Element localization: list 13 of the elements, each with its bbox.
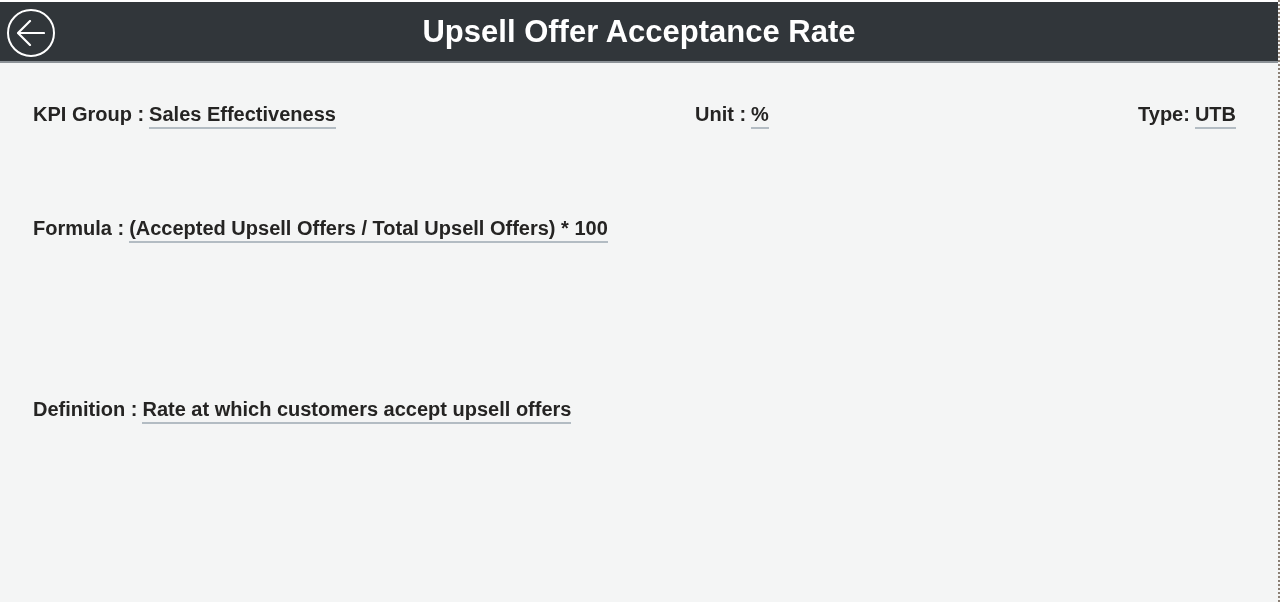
field-value: Rate at which customers accept upsell offers bbox=[142, 396, 572, 424]
field-value: Sales Effectiveness bbox=[149, 101, 336, 129]
field-label: Formula : bbox=[33, 216, 125, 241]
field-label: KPI Group : bbox=[33, 102, 145, 127]
arrow-left-icon bbox=[17, 20, 45, 46]
back-button[interactable] bbox=[7, 9, 55, 57]
field-label: Unit : bbox=[695, 102, 747, 127]
field-value: % bbox=[751, 101, 769, 129]
field-value: (Accepted Upsell Offers / Total Upsell Offers) * 100 bbox=[129, 215, 608, 243]
field-value: UTB bbox=[1194, 101, 1236, 129]
field-label: Definition : bbox=[33, 397, 138, 422]
field-label: Type: bbox=[1138, 102, 1190, 127]
page-title: Upsell Offer Acceptance Rate bbox=[422, 16, 856, 47]
